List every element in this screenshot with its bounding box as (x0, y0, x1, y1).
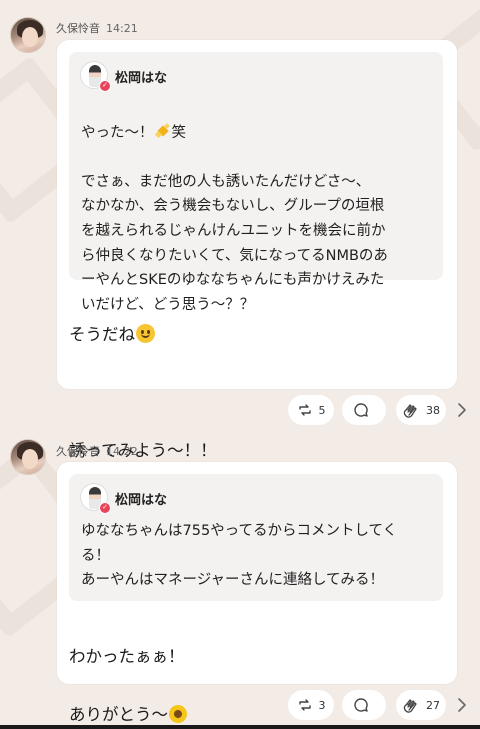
comment-button[interactable] (342, 690, 386, 720)
quoted-author-name: 松岡はな (115, 71, 168, 86)
post-time: 14:21 (106, 22, 138, 35)
repost-icon (298, 404, 311, 416)
author-avatar[interactable] (10, 17, 46, 53)
bottom-edge-bar (0, 725, 480, 729)
repost-icon (298, 699, 311, 711)
verified-badge-icon: ✓ (99, 502, 111, 514)
comment-icon (354, 403, 368, 417)
message-bubble: ✓ 松岡はな やった〜！笑 でさぁ、まだ他の人も誘いたんだけどさ〜、 なかなか、… (57, 40, 457, 460)
clap-button[interactable]: 38 (396, 395, 446, 425)
clap-count: 27 (426, 698, 440, 712)
post-meta: 久保怜音 14:21 (56, 20, 138, 36)
clap-count: 38 (426, 403, 440, 417)
smile-emoji (136, 324, 155, 343)
verified-badge-icon: ✓ (99, 80, 111, 92)
repost-count: 5 (318, 403, 326, 417)
repost-count: 3 (318, 698, 326, 712)
comment-icon (354, 698, 368, 712)
post-actions: 5 38 (0, 395, 480, 427)
message-bubble: ✓ 松岡はな ゆななちゃんは755やってるからコメントしてく る！ あーやんはマ… (57, 462, 457, 724)
post-meta: 久保怜音 14:22 (56, 443, 138, 459)
clap-icon (403, 699, 417, 713)
chevron-right-icon[interactable] (455, 696, 469, 714)
reply-line: わかったぁぁ！ (69, 647, 185, 666)
quoted-first-line: やった〜！笑 (81, 122, 186, 141)
post-time: 14:22 (106, 445, 138, 458)
quoted-message[interactable]: ✓ 松岡はな やった〜！笑 でさぁ、まだ他の人も誘いたんだけどさ〜、 なかなか、… (69, 52, 443, 313)
author-name: 久保怜音 (56, 22, 100, 35)
quoted-message[interactable]: ✓ 松岡はな ゆななちゃんは755やってるからコメントしてく る！ あーやんはマ… (69, 474, 443, 601)
sparkle-emoji (154, 122, 171, 139)
quoted-author-name: 松岡はな (115, 493, 168, 508)
author-avatar[interactable] (10, 439, 46, 475)
clap-button[interactable]: 27 (396, 690, 446, 720)
comment-button[interactable] (342, 395, 386, 425)
quoted-body: ゆななちゃんは755やってるからコメントしてく る！ あーやんはマネージャーさん… (81, 523, 398, 589)
chevron-right-icon[interactable] (455, 401, 469, 419)
repost-button[interactable]: 3 (288, 690, 334, 720)
clap-icon (403, 404, 417, 418)
author-name: 久保怜音 (56, 445, 100, 458)
repost-button[interactable]: 5 (288, 395, 334, 425)
post-actions: 3 27 (0, 690, 480, 722)
reply-line: そうだね (69, 325, 135, 344)
